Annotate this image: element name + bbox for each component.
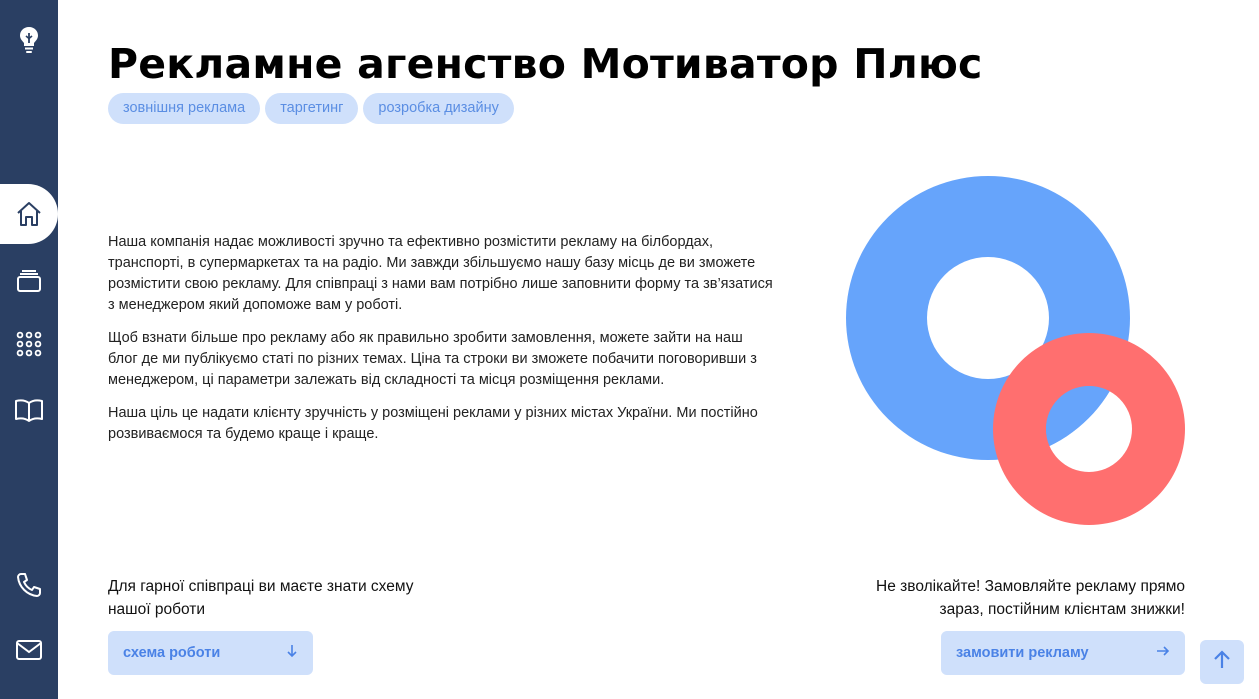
decorative-rings: [846, 176, 1185, 525]
scheme-button[interactable]: схема роботи: [108, 631, 313, 675]
lightbulb-icon[interactable]: [0, 20, 58, 60]
description: Наша компанія надає можливості зручно та…: [108, 232, 773, 457]
cards-icon[interactable]: [0, 261, 58, 301]
red-ring: [993, 333, 1185, 525]
book-icon[interactable]: [0, 390, 58, 430]
home-icon[interactable]: [0, 194, 58, 234]
arrow-up-icon: [1213, 650, 1231, 674]
order-prompt: Не зволікайте! Замовляйте рекламу прямо …: [876, 578, 1185, 618]
tag-targeting[interactable]: таргетинг: [265, 93, 359, 124]
scheme-prompt: Для гарної співпраці ви маєте знати схем…: [108, 578, 414, 618]
description-paragraph: Щоб взнати більше про рекламу або як пра…: [108, 330, 757, 388]
scroll-to-top-button[interactable]: [1200, 640, 1244, 684]
sidebar: [0, 0, 58, 699]
arrow-down-icon: [286, 644, 298, 662]
scheme-button-label: схема роботи: [123, 645, 221, 661]
description-paragraph: Наша ціль це надати клієнту зручність у …: [108, 405, 758, 442]
apps-grid-icon[interactable]: [0, 324, 58, 364]
order-button-label: замовити рекламу: [956, 645, 1089, 661]
description-paragraph: Наша компанія надає можливості зручно та…: [108, 234, 773, 313]
page-title: Рекламне агенство Мотиватор Плюс: [108, 40, 983, 88]
order-button[interactable]: замовити рекламу: [941, 631, 1185, 675]
tag-list: зовнішня реклама таргетинг розробка диза…: [108, 93, 514, 124]
tag-outdoor-advertising[interactable]: зовнішня реклама: [108, 93, 261, 124]
tag-design[interactable]: розробка дизайну: [363, 93, 514, 124]
arrow-right-icon: [1156, 645, 1170, 661]
phone-icon[interactable]: [0, 565, 58, 605]
mail-icon[interactable]: [0, 630, 58, 670]
